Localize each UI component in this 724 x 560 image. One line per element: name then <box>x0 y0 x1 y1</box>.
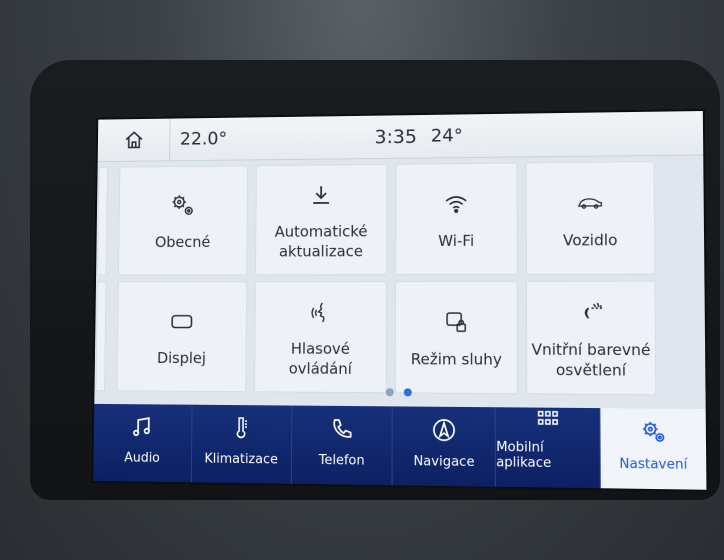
nav-label: Navigace <box>413 454 475 471</box>
previous-page-tile-edge <box>98 167 108 275</box>
voice-icon <box>307 298 335 326</box>
tile-display[interactable]: Displej <box>117 282 247 392</box>
tile-label: Vnitřní barevné osvětlení <box>531 340 651 380</box>
nav-label: Mobilní aplikace <box>496 439 552 472</box>
tile-automatic-updates[interactable]: Automatické aktualizace <box>256 164 387 275</box>
nav-label: Nastavení <box>619 456 688 473</box>
download-icon <box>307 181 335 209</box>
nav-label: Telefon <box>318 452 365 469</box>
home-button[interactable] <box>97 118 171 162</box>
page-dot-active[interactable] <box>403 388 412 397</box>
home-icon <box>123 129 144 151</box>
tile-label: Vozidlo <box>562 231 618 250</box>
settings-gears-icon <box>639 419 666 446</box>
tile-label: Wi-Fi <box>438 231 475 250</box>
tile-ambient-lighting[interactable]: Vnitřní barevné osvětlení <box>527 281 656 395</box>
inside-temperature[interactable]: 22.0° <box>180 128 296 149</box>
car-icon <box>576 189 605 217</box>
bottom-navigation: Audio Klimatizace Telefon Navigace Mobil… <box>93 403 707 490</box>
gears-icon <box>169 192 196 220</box>
display-icon <box>168 308 195 336</box>
nav-label: Klimatizace <box>204 451 278 468</box>
nav-navigation[interactable]: Navigace <box>393 406 497 487</box>
compass-icon <box>431 417 457 444</box>
page-indicator <box>385 388 412 397</box>
apps-grid-icon <box>534 406 561 433</box>
music-note-icon <box>130 414 155 440</box>
nav-climate[interactable]: Klimatizace <box>191 404 293 484</box>
page-dot[interactable] <box>385 388 394 397</box>
tile-label: Displej <box>156 349 207 368</box>
tile-label: Automatické aktualizace <box>274 222 368 261</box>
status-bar: 22.0° 3:35 24° <box>97 111 704 163</box>
tile-label: Hlasové ovládání <box>288 339 352 378</box>
tile-vehicle[interactable]: Vozidlo <box>526 162 655 274</box>
tile-valet-mode[interactable]: Režim sluhy <box>395 281 518 394</box>
wifi-icon <box>445 195 466 213</box>
nav-phone[interactable]: Telefon <box>291 405 394 486</box>
thermometer-icon <box>228 415 254 441</box>
tile-label: Režim sluhy <box>410 350 502 369</box>
nav-label: Audio <box>124 450 160 466</box>
ambient-light-icon <box>576 298 605 326</box>
settings-grid: Obecné Automatické aktualizace Wi-Fi Voz… <box>96 162 700 403</box>
infotainment-screen: 22.0° 3:35 24° Obecné Automatické aktual… <box>91 108 709 492</box>
phone-icon <box>333 418 351 437</box>
tile-wifi[interactable]: Wi-Fi <box>396 163 517 275</box>
nav-settings[interactable]: Nastavení <box>600 408 707 490</box>
tile-voice-control[interactable]: Hlasové ovládání <box>255 282 387 393</box>
outside-temperature: 24° <box>430 125 463 147</box>
valet-lock-icon <box>442 308 470 336</box>
tile-general[interactable]: Obecné <box>118 166 248 275</box>
nav-mobile-apps[interactable]: Mobilní aplikace <box>496 406 601 489</box>
tile-label: Obecné <box>154 233 211 252</box>
clock: 3:35 <box>374 125 417 148</box>
nav-audio[interactable]: Audio <box>93 403 193 483</box>
previous-page-tile-edge <box>96 282 106 391</box>
